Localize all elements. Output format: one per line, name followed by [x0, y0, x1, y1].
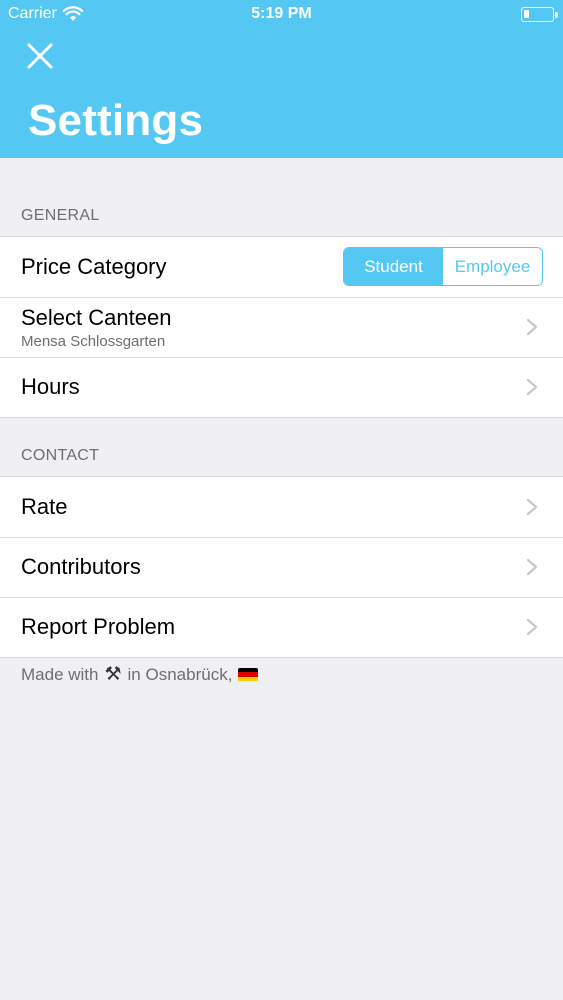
rate-label: Rate	[21, 494, 68, 519]
in-city-text: in Osnabrück,	[127, 664, 233, 684]
header: Carrier 5:19 PM Settings	[0, 0, 563, 158]
chevron-right-icon	[526, 378, 538, 396]
hours-row[interactable]: Hours	[0, 357, 563, 417]
contact-group: Rate Contributors Report Problem	[0, 476, 563, 658]
contributors-row[interactable]: Contributors	[0, 537, 563, 597]
germany-flag-icon	[238, 667, 259, 682]
battery-icon	[521, 7, 558, 22]
footer-note: Made with ⚒ in Osnabrück,	[21, 663, 259, 686]
section-header-general: GENERAL	[21, 207, 100, 224]
status-bar: Carrier 5:19 PM	[0, 0, 563, 30]
page-title: Settings	[28, 96, 204, 145]
close-icon	[27, 43, 53, 69]
section-header-contact: CONTACT	[21, 447, 100, 464]
chevron-right-icon	[526, 558, 538, 576]
chevron-right-icon	[526, 318, 538, 336]
select-canteen-value: Mensa Schlossgarten	[21, 333, 166, 350]
price-category-label: Price Category	[21, 254, 167, 279]
close-button[interactable]	[24, 40, 56, 72]
general-group: Price Category Student Employee Select C…	[0, 236, 563, 418]
chevron-right-icon	[526, 498, 538, 516]
hammer-and-pick-icon: ⚒	[104, 664, 122, 685]
select-canteen-label: Select Canteen	[21, 305, 172, 330]
segment-employee[interactable]: Employee	[443, 248, 542, 285]
rate-row[interactable]: Rate	[0, 477, 563, 537]
price-category-segmented-control: Student Employee	[343, 247, 543, 286]
select-canteen-row[interactable]: Select Canteen Mensa Schlossgarten	[0, 297, 563, 357]
segment-student[interactable]: Student	[344, 248, 443, 285]
contributors-label: Contributors	[21, 554, 141, 579]
made-with-text: Made with	[21, 664, 99, 684]
report-problem-row[interactable]: Report Problem	[0, 597, 563, 657]
chevron-right-icon	[526, 618, 538, 636]
hours-label: Hours	[21, 374, 80, 399]
price-category-row: Price Category Student Employee	[0, 237, 563, 297]
report-problem-label: Report Problem	[21, 614, 176, 639]
status-time: 5:19 PM	[251, 5, 312, 22]
